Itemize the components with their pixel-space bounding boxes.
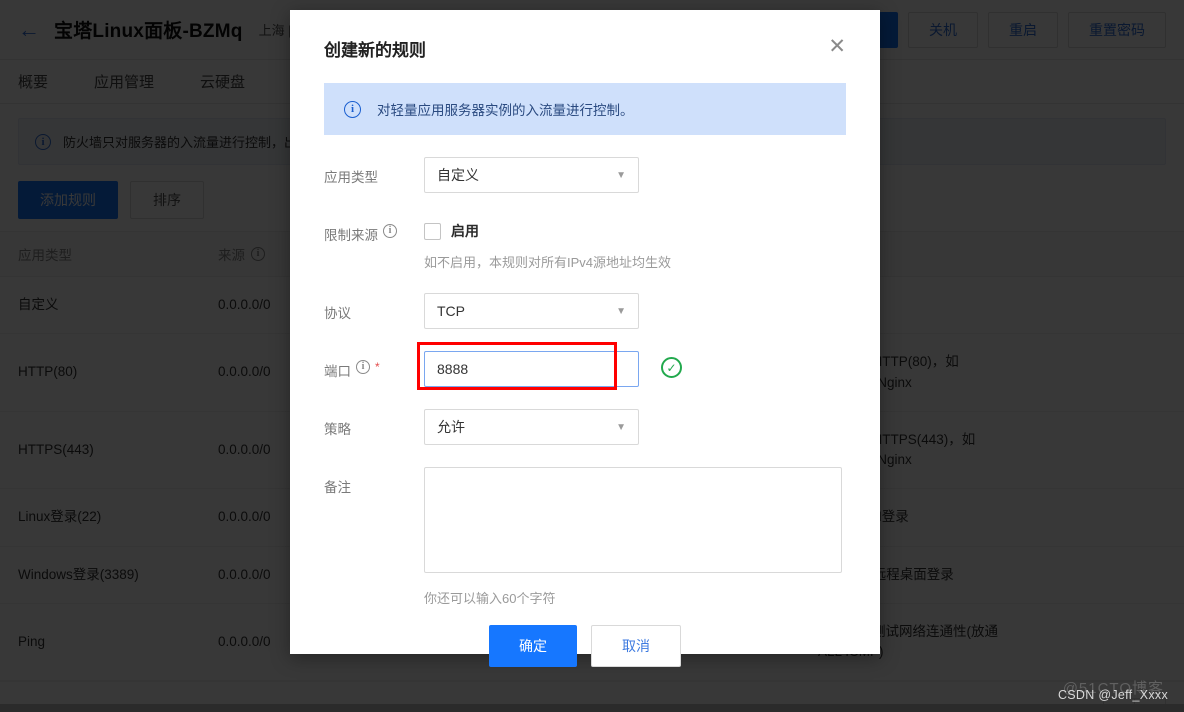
info-circle-icon: i (383, 224, 397, 238)
field-row-limit-source: 限制来源 i 启用 如不启用，本规则对所有IPv4源地址均生效 (324, 215, 846, 271)
limit-source-checkbox-label: 启用 (451, 223, 479, 239)
field-row-port: 端口 i * ✓ (324, 342, 846, 390)
dialog-body: i 对轻量应用服务器实例的入流量进行控制。 应用类型 自定义 ▼ 限制来源 i (290, 61, 880, 607)
label-app-type: 应用类型 (324, 170, 378, 185)
confirm-button[interactable]: 确定 (489, 625, 577, 667)
port-input[interactable] (424, 351, 639, 387)
control-port: ✓ (417, 342, 846, 390)
chevron-down-icon: ▼ (616, 169, 626, 181)
field-row-app-type: 应用类型 自定义 ▼ (324, 157, 846, 193)
protocol-value: TCP (437, 303, 465, 319)
dialog-footer: 确定 取消 (290, 607, 880, 701)
policy-value: 允许 (437, 419, 465, 435)
limit-source-checkbox[interactable] (424, 222, 441, 240)
info-circle-icon: i (344, 100, 361, 118)
policy-select[interactable]: 允许 ▼ (424, 409, 639, 445)
port-input-wrapper: ✓ (417, 342, 682, 390)
limit-source-checkbox-row[interactable]: 启用 (424, 215, 846, 241)
app-type-value: 自定义 (437, 167, 479, 183)
control-app-type: 自定义 ▼ (424, 157, 846, 193)
field-row-protocol: 协议 TCP ▼ (324, 293, 846, 329)
remark-char-counter: 你还可以输入60个字符 (424, 591, 556, 606)
info-circle-icon: i (356, 360, 370, 374)
limit-source-hint: 如不启用，本规则对所有IPv4源地址均生效 (424, 255, 672, 270)
required-asterisk: * (375, 360, 380, 374)
bottom-strip (0, 704, 1184, 712)
create-rule-dialog: 创建新的规则 ✕ i 对轻量应用服务器实例的入流量进行控制。 应用类型 自定义 … (290, 10, 880, 667)
remark-textarea[interactable] (424, 467, 842, 573)
field-row-policy: 策略 允许 ▼ (324, 409, 846, 445)
control-remark: 你还可以输入60个字符 (424, 467, 846, 607)
label-port-text: 端口 (324, 364, 351, 379)
cancel-button[interactable]: 取消 (591, 625, 681, 667)
field-row-remark: 备注 你还可以输入60个字符 (324, 467, 846, 607)
dialog-info-alert: i 对轻量应用服务器实例的入流量进行控制。 (324, 83, 846, 135)
label-limit-source-text: 限制来源 (324, 228, 378, 243)
app-type-select[interactable]: 自定义 ▼ (424, 157, 639, 193)
dialog-header: 创建新的规则 ✕ (290, 10, 880, 61)
control-limit-source: 启用 如不启用，本规则对所有IPv4源地址均生效 (424, 215, 846, 271)
label-remark: 备注 (324, 480, 351, 495)
label-limit-source: 限制来源 i (324, 215, 424, 271)
check-circle-icon: ✓ (661, 357, 682, 378)
label-policy: 策略 (324, 422, 351, 437)
control-policy: 允许 ▼ (424, 409, 846, 445)
protocol-select[interactable]: TCP ▼ (424, 293, 639, 329)
close-icon[interactable]: ✕ (828, 36, 846, 57)
label-protocol: 协议 (324, 306, 351, 321)
label-port: 端口 i * (324, 351, 424, 387)
chevron-down-icon: ▼ (616, 305, 626, 317)
dialog-title: 创建新的规则 (324, 41, 426, 60)
dialog-alert-text: 对轻量应用服务器实例的入流量进行控制。 (377, 103, 634, 118)
chevron-down-icon: ▼ (616, 421, 626, 433)
control-protocol: TCP ▼ (424, 293, 846, 329)
